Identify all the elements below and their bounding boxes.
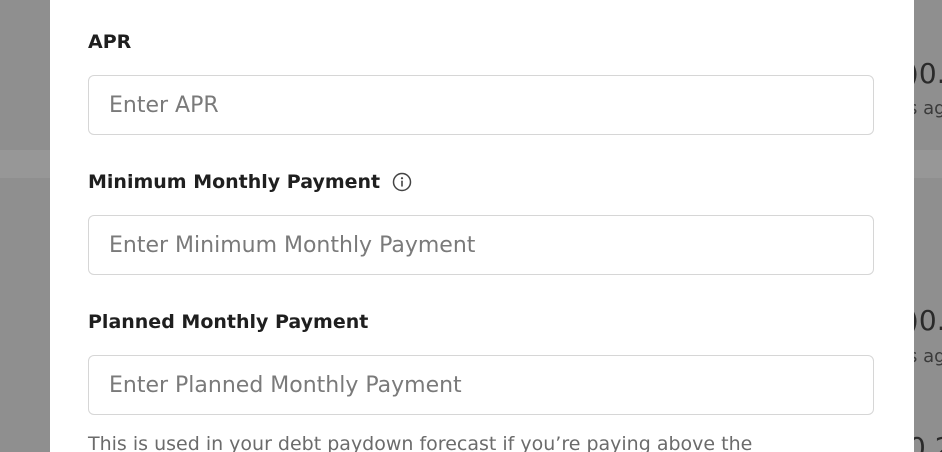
- planned-payment-label: Planned Monthly Payment: [88, 309, 876, 335]
- planned-payment-input[interactable]: [88, 355, 874, 415]
- apr-label: APR: [88, 29, 876, 55]
- apr-input[interactable]: [88, 75, 874, 135]
- info-circle-icon[interactable]: [392, 172, 412, 192]
- planned-payment-helper-text: This is used in your debt paydown foreca…: [88, 433, 753, 452]
- planned-payment-label-text: Planned Monthly Payment: [88, 311, 369, 333]
- apr-label-text: APR: [88, 31, 132, 53]
- edit-debt-modal: APR Minimum Monthly Payment Planned Mont…: [50, 0, 914, 452]
- planned-payment-field-group: Planned Monthly Payment: [88, 309, 876, 415]
- apr-field-group: APR: [88, 29, 876, 135]
- minimum-payment-field-group: Minimum Monthly Payment: [88, 169, 876, 275]
- minimum-payment-label: Minimum Monthly Payment: [88, 169, 876, 195]
- minimum-payment-label-text: Minimum Monthly Payment: [88, 171, 381, 193]
- minimum-payment-input[interactable]: [88, 215, 874, 275]
